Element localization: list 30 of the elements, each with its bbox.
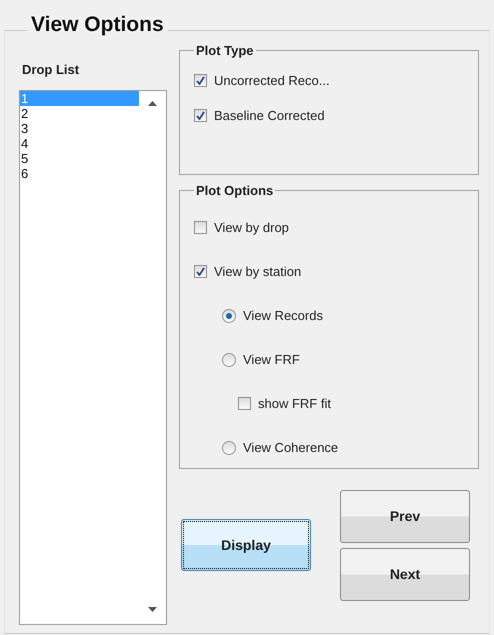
checkbox[interactable] xyxy=(194,109,207,122)
list-item[interactable]: 5 xyxy=(20,150,139,166)
list-item[interactable]: 4 xyxy=(20,136,139,150)
prev-button[interactable]: Prev xyxy=(340,490,470,542)
list-item[interactable]: 3 xyxy=(20,120,139,136)
list-label: Drop List xyxy=(22,62,80,76)
scroll-up-icon[interactable] xyxy=(148,100,157,106)
display-button[interactable]: Display xyxy=(181,519,311,571)
checkbox[interactable] xyxy=(194,265,207,278)
group-title: Plot Options xyxy=(195,182,274,198)
group-title: Plot Type xyxy=(195,42,255,58)
option-label: View by station xyxy=(214,264,302,279)
radio-button[interactable] xyxy=(222,308,236,322)
checkbox[interactable] xyxy=(238,397,251,410)
option-label: show FRF fit xyxy=(258,396,331,411)
radio-button[interactable] xyxy=(222,352,236,366)
checkbox[interactable] xyxy=(194,221,207,234)
option-label: View FRF xyxy=(243,352,300,367)
checkbox[interactable] xyxy=(194,74,207,87)
option-label: Uncorrected Reco... xyxy=(214,73,330,88)
option-label: View Records xyxy=(243,308,323,323)
scroll-down-icon[interactable] xyxy=(148,607,157,612)
next-button[interactable]: Next xyxy=(340,548,470,600)
option-label: View Coherence xyxy=(243,440,338,455)
drop-list[interactable]: 1 2 3 4 5 6 xyxy=(19,90,167,625)
option-label: View by drop xyxy=(214,220,289,235)
list-item[interactable]: 2 xyxy=(20,106,139,120)
radio-button[interactable] xyxy=(222,440,236,454)
option-label: Baseline Corrected xyxy=(214,108,325,123)
list-item[interactable]: 6 xyxy=(20,166,139,180)
